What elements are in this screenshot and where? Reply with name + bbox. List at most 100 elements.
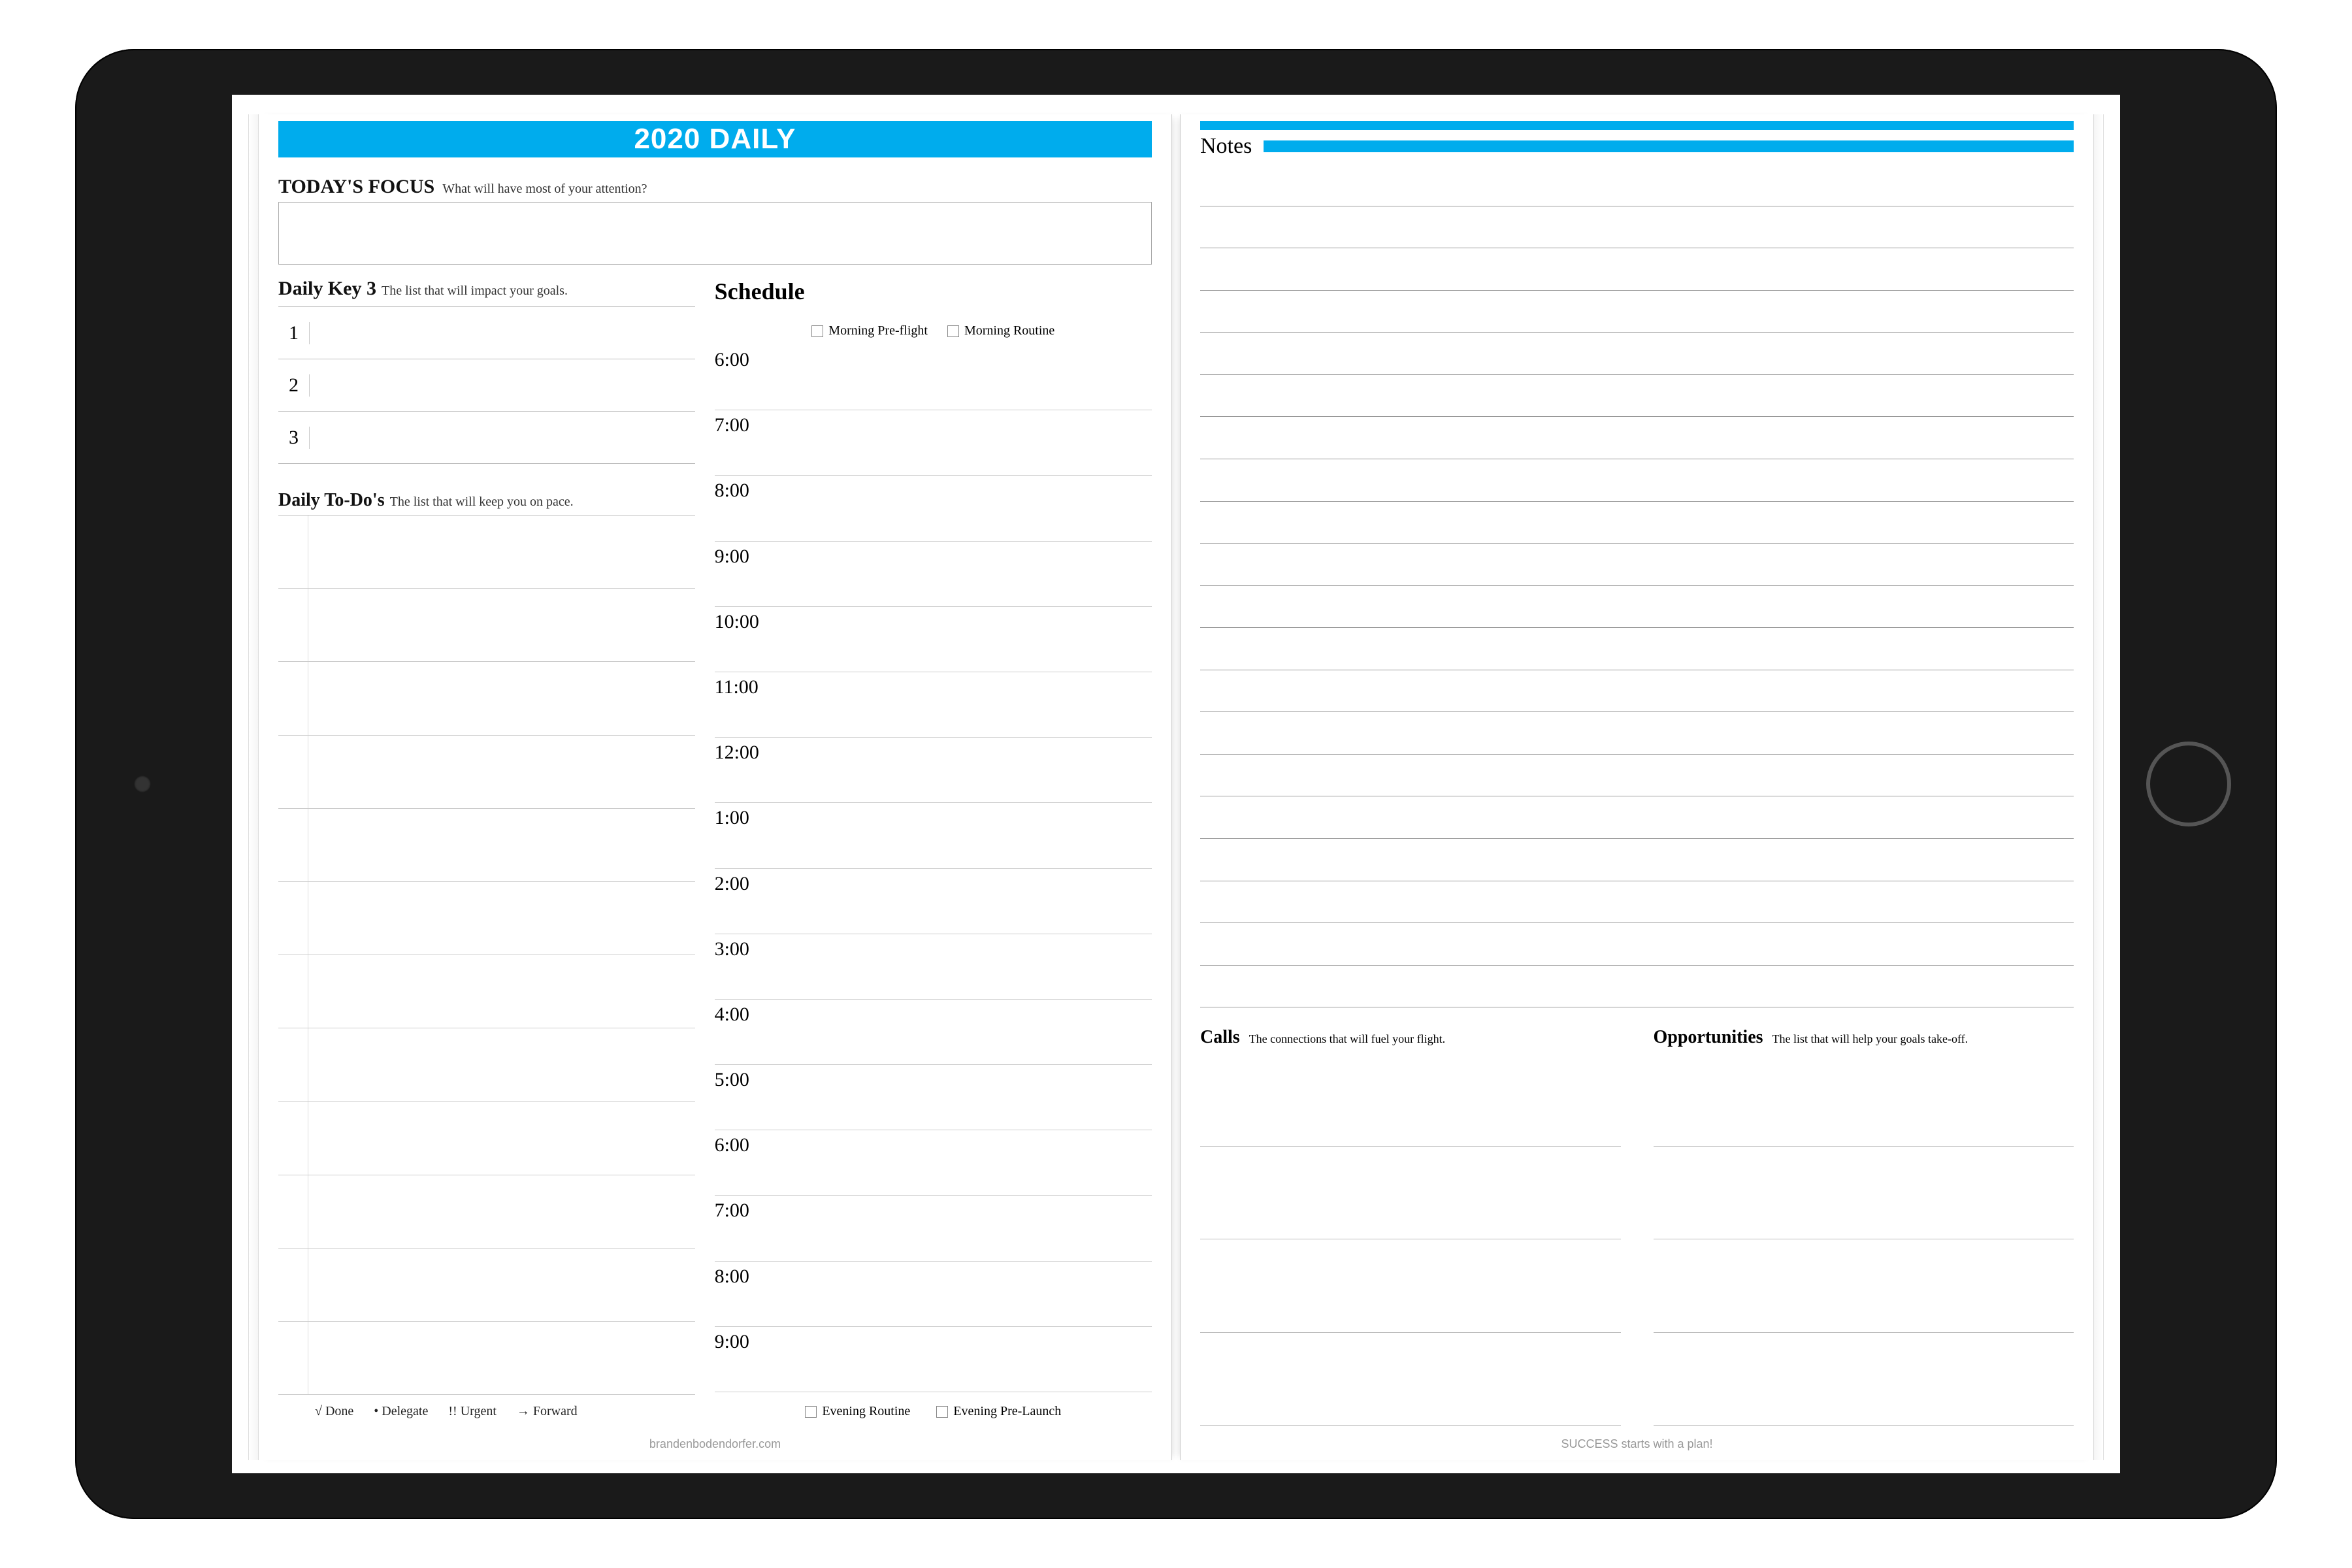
check-evening-prelaunch[interactable]: Evening Pre-Launch — [936, 1404, 1061, 1419]
opportunities-header: Opportunities The list that will help yo… — [1654, 1027, 2074, 1053]
todo-line[interactable] — [278, 589, 695, 662]
todo-marker[interactable] — [278, 809, 308, 881]
todo-marker[interactable] — [278, 1028, 308, 1101]
checkbox-icon[interactable] — [811, 325, 823, 337]
note-line[interactable] — [1200, 923, 2074, 966]
note-line[interactable] — [1200, 839, 2074, 881]
time-row[interactable]: 8:00 — [715, 1262, 1152, 1327]
todo-line[interactable] — [278, 1175, 695, 1249]
note-line[interactable] — [1200, 417, 2074, 459]
page-title-banner: 2020 DAILY — [278, 121, 1152, 157]
calls-line[interactable] — [1200, 1147, 1621, 1239]
checkbox-icon[interactable] — [947, 325, 959, 337]
todo-line[interactable] — [278, 1249, 695, 1322]
check-morning-preflight[interactable]: Morning Pre-flight — [811, 323, 928, 338]
note-line[interactable] — [1200, 459, 2074, 502]
todo-line[interactable] — [278, 1102, 695, 1175]
todo-line[interactable] — [278, 662, 695, 735]
check-evening-routine[interactable]: Evening Routine — [805, 1404, 910, 1419]
legend-delegate: • Delegate — [374, 1404, 428, 1418]
time-row[interactable]: 7:00 — [715, 410, 1152, 476]
schedule-title: Schedule — [715, 278, 1152, 312]
time-label: 6:00 — [715, 349, 774, 371]
notes-header: Notes — [1200, 134, 2074, 159]
calls-line[interactable] — [1200, 1053, 1621, 1146]
todo-line[interactable] — [278, 1322, 695, 1395]
time-label: 8:00 — [715, 480, 774, 502]
todo-marker[interactable] — [278, 955, 308, 1028]
footer-right: SUCCESS starts with a plan! — [1200, 1426, 2074, 1454]
opportunity-line[interactable] — [1654, 1147, 2074, 1239]
todo-marker[interactable] — [278, 1175, 308, 1248]
todo-line[interactable] — [278, 882, 695, 955]
todo-lines — [278, 515, 695, 1395]
note-line[interactable] — [1200, 333, 2074, 375]
opportunities-title: Opportunities — [1654, 1027, 1763, 1048]
time-row[interactable]: 6:00 — [715, 345, 1152, 410]
key3-row[interactable]: 2 — [278, 359, 695, 412]
planner-right-page: Notes — [1180, 114, 2094, 1460]
page-edge-right — [2093, 114, 2104, 1460]
note-line[interactable] — [1200, 881, 2074, 924]
focus-input-area[interactable] — [278, 202, 1152, 265]
time-row[interactable]: 6:00 — [715, 1130, 1152, 1196]
note-line[interactable] — [1200, 966, 2074, 1008]
time-row[interactable]: 9:00 — [715, 1327, 1152, 1392]
note-line[interactable] — [1200, 628, 2074, 670]
todo-marker[interactable] — [278, 736, 308, 808]
legend-done: √ Done — [315, 1404, 353, 1418]
time-row[interactable]: 2:00 — [715, 869, 1152, 934]
note-line[interactable] — [1200, 670, 2074, 713]
note-line[interactable] — [1200, 502, 2074, 544]
todos-header: Daily To-Do's The list that will keep yo… — [278, 490, 695, 515]
time-row[interactable]: 11:00 — [715, 672, 1152, 738]
todo-line[interactable] — [278, 736, 695, 809]
checkbox-icon[interactable] — [936, 1406, 948, 1418]
opportunity-line[interactable] — [1654, 1333, 2074, 1426]
time-row[interactable]: 4:00 — [715, 1000, 1152, 1065]
todo-marker[interactable] — [278, 662, 308, 734]
opportunity-line[interactable] — [1654, 1053, 2074, 1146]
todo-line[interactable] — [278, 515, 695, 589]
time-label: 5:00 — [715, 1069, 774, 1091]
todo-marker[interactable] — [278, 882, 308, 955]
todo-marker[interactable] — [278, 1249, 308, 1321]
note-line[interactable] — [1200, 375, 2074, 417]
todo-marker[interactable] — [278, 1322, 308, 1394]
note-line[interactable] — [1200, 164, 2074, 206]
time-row[interactable]: 8:00 — [715, 476, 1152, 541]
key3-row[interactable]: 3 — [278, 412, 695, 464]
time-row[interactable]: 1:00 — [715, 803, 1152, 868]
time-row[interactable]: 9:00 — [715, 542, 1152, 607]
time-row[interactable]: 3:00 — [715, 934, 1152, 1000]
check-morning-routine[interactable]: Morning Routine — [947, 323, 1054, 338]
checkbox-icon[interactable] — [805, 1406, 817, 1418]
note-line[interactable] — [1200, 796, 2074, 839]
time-row[interactable]: 5:00 — [715, 1065, 1152, 1130]
time-row[interactable]: 10:00 — [715, 607, 1152, 672]
note-line[interactable] — [1200, 544, 2074, 586]
home-button[interactable] — [2146, 742, 2231, 826]
todo-line[interactable] — [278, 809, 695, 882]
note-line[interactable] — [1200, 206, 2074, 249]
calls-line[interactable] — [1200, 1333, 1621, 1426]
todo-line[interactable] — [278, 955, 695, 1028]
key3-title: Daily Key 3 — [278, 278, 376, 300]
todo-marker[interactable] — [278, 1102, 308, 1174]
time-row[interactable]: 7:00 — [715, 1196, 1152, 1261]
planner-left-page: 2020 DAILY TODAY'S FOCUS What will have … — [258, 114, 1172, 1460]
calls-line[interactable] — [1200, 1239, 1621, 1332]
note-line[interactable] — [1200, 712, 2074, 755]
key3-list: 1 2 3 — [278, 306, 695, 464]
opportunities-section: Opportunities The list that will help yo… — [1654, 1027, 2074, 1426]
opportunity-line[interactable] — [1654, 1239, 2074, 1332]
note-line[interactable] — [1200, 755, 2074, 797]
note-line[interactable] — [1200, 586, 2074, 629]
todo-marker[interactable] — [278, 515, 308, 588]
key3-row[interactable]: 1 — [278, 307, 695, 359]
note-line[interactable] — [1200, 291, 2074, 333]
time-row[interactable]: 12:00 — [715, 738, 1152, 803]
todo-line[interactable] — [278, 1028, 695, 1102]
todo-marker[interactable] — [278, 589, 308, 661]
note-line[interactable] — [1200, 248, 2074, 291]
